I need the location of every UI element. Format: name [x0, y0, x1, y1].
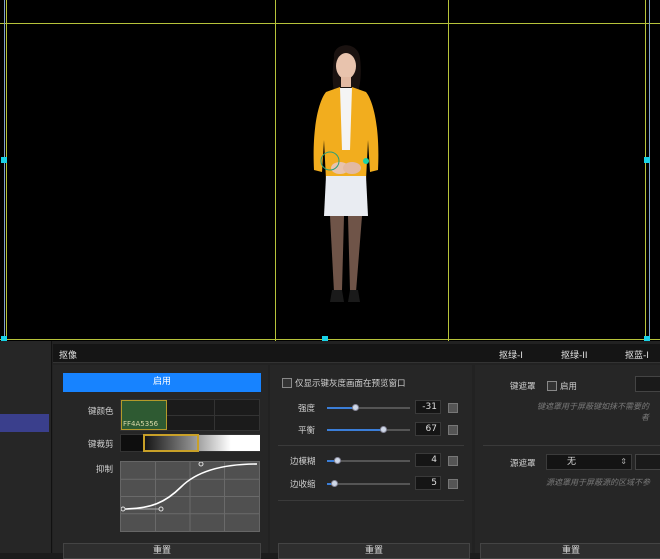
edge-shrink-value-input[interactable]: 5 — [415, 476, 441, 490]
source-mask-label: 源遮罩 — [510, 459, 536, 469]
mask-panel: 键遮罩 启用 键遮罩用于屏蔽键如抹不需要的 者 源遮罩 无 ⇕ 源遮罩用于屏蔽源… — [475, 365, 660, 559]
suppress-curve[interactable] — [121, 462, 259, 531]
edge-shrink-label: 边收缩 — [290, 480, 316, 490]
key-color-palette[interactable]: FF4A5356 — [120, 399, 260, 431]
key-clip-range-handle[interactable] — [143, 434, 199, 452]
source-mask-hint: 源遮罩用于屏蔽源的区域不参 — [546, 478, 650, 487]
key-color-hex: FF4A5356 — [123, 420, 159, 428]
balance-keyframe-button[interactable] — [448, 425, 458, 435]
strength-label: 强度 — [298, 404, 316, 414]
edge-shrink-slider-knob[interactable] — [331, 480, 338, 487]
balance-label: 平衡 — [298, 426, 316, 436]
adjust-divider-2 — [278, 500, 464, 501]
edge-blur-slider-track[interactable] — [337, 460, 410, 462]
resize-handle-left[interactable] — [1, 157, 7, 163]
resize-handle-right[interactable] — [644, 157, 650, 163]
source-mask-value: 无 — [567, 457, 577, 467]
key-settings-area: 抠像 抠绿-I 抠绿-II 抠蓝-I 启用 键颜色 FF4A5356 键裁剪 抑… — [0, 341, 660, 559]
key-color-swatch[interactable]: FF4A5356 — [121, 400, 167, 430]
updown-arrows-icon: ⇕ — [620, 457, 627, 466]
key-mask-enable-checkbox[interactable] — [547, 381, 557, 391]
mask-reset-button[interactable]: 重置 — [480, 543, 660, 559]
key-clip-gradient[interactable] — [120, 434, 260, 452]
adjust-reset-button[interactable]: 重置 — [278, 543, 470, 559]
tab-blue-1[interactable]: 抠蓝-I — [625, 348, 649, 361]
edge-blur-slider-knob[interactable] — [334, 457, 341, 464]
key-mask-hint-1: 键遮罩用于屏蔽键如抹不需要的 — [537, 402, 649, 411]
tab-green-1[interactable]: 抠绿-I — [499, 348, 523, 361]
layer-list-selected-item[interactable] — [0, 414, 49, 432]
suppress-label: 抑制 — [96, 465, 114, 475]
tab-key[interactable]: 抠像 — [59, 348, 77, 361]
key-tab-bar: 抠像 抠绿-I 抠绿-II 抠蓝-I — [53, 344, 660, 363]
strength-value-input[interactable]: -31 — [415, 400, 441, 414]
edge-blur-value-input[interactable]: 4 — [415, 453, 441, 467]
key-color-reset-button[interactable]: 重置 — [63, 543, 261, 559]
mask-divider — [483, 445, 660, 446]
key-mask-enable-label: 启用 — [560, 382, 578, 392]
key-mask-hint-2: 者 — [641, 413, 649, 422]
balance-slider-track[interactable] — [383, 429, 410, 431]
key-preview-canvas[interactable] — [0, 0, 660, 341]
balance-value-input[interactable]: 67 — [415, 422, 441, 436]
balance-slider-fill — [327, 429, 383, 431]
key-color-label: 键颜色 — [88, 407, 114, 417]
gray-preview-checkbox[interactable] — [282, 378, 292, 388]
adjust-divider — [278, 445, 464, 446]
source-mask-select[interactable]: 无 ⇕ — [546, 454, 632, 470]
strength-slider-knob[interactable] — [352, 404, 359, 411]
key-mask-label: 键遮罩 — [510, 382, 536, 392]
key-color-panel: 启用 键颜色 FF4A5356 键裁剪 抑制 重置 — [53, 365, 268, 559]
presenter-figure — [313, 45, 379, 302]
source-mask-extra-select[interactable] — [635, 454, 660, 470]
key-clip-label: 键裁剪 — [88, 440, 114, 450]
gray-preview-label: 仅显示键灰度画面在预览窗口 — [295, 379, 406, 389]
tab-green-2[interactable]: 抠绿-II — [561, 348, 588, 361]
strength-slider-fill — [327, 407, 355, 409]
suppress-curve-editor[interactable] — [120, 461, 260, 532]
strength-keyframe-button[interactable] — [448, 403, 458, 413]
edge-blur-keyframe-button[interactable] — [448, 456, 458, 466]
layer-list-strip[interactable] — [0, 341, 52, 553]
balance-slider-knob[interactable] — [380, 426, 387, 433]
edge-shrink-slider-track[interactable] — [334, 483, 410, 485]
edge-shrink-keyframe-button[interactable] — [448, 479, 458, 489]
enable-button[interactable]: 启用 — [63, 373, 261, 392]
strength-slider-track[interactable] — [355, 407, 410, 409]
key-mask-source-select[interactable] — [635, 376, 660, 392]
edge-blur-label: 边模糊 — [290, 457, 316, 467]
palette-divider-h — [167, 415, 260, 416]
key-adjust-panel: 仅显示键灰度画面在预览窗口 强度 -31 平衡 67 边模糊 4 边收缩 5 重… — [270, 365, 472, 559]
